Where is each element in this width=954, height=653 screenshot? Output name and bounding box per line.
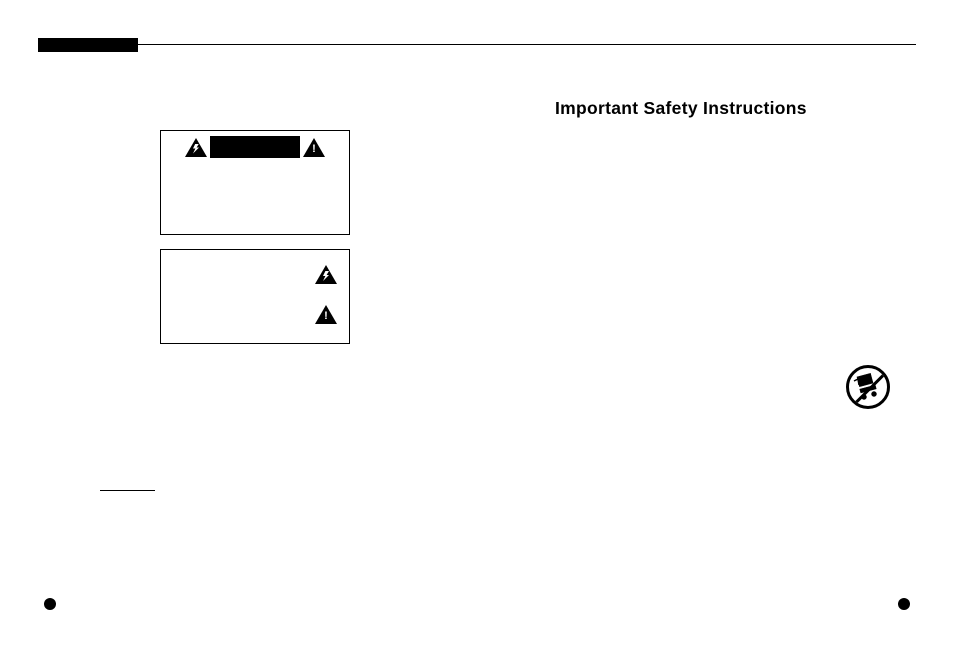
caution-box-header — [161, 136, 349, 158]
left-column — [160, 130, 360, 344]
text-underline — [100, 490, 155, 491]
warning-icon — [303, 138, 325, 157]
right-column: Important Safety Instructions — [555, 98, 895, 119]
shock-hazard-icon-small — [315, 265, 337, 284]
cart-tip-warning-icon — [846, 365, 890, 409]
header-black-tab — [38, 38, 138, 52]
shock-hazard-icon — [185, 138, 207, 157]
warning-icon-small — [315, 305, 337, 324]
symbol-explanation-box — [160, 249, 350, 344]
page-marker-left — [44, 598, 56, 610]
header-rule-line — [138, 44, 916, 45]
caution-label-block — [210, 136, 300, 158]
caution-box — [160, 130, 350, 235]
page-marker-right — [898, 598, 910, 610]
section-heading: Important Safety Instructions — [555, 98, 895, 119]
